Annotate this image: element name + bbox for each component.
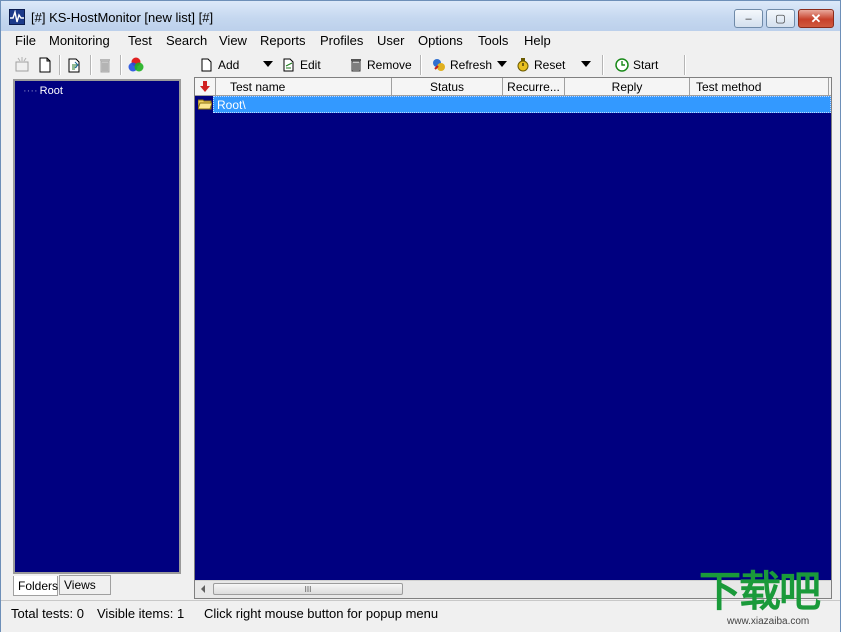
toolbar-separator xyxy=(420,55,422,75)
toolbar-separator xyxy=(90,55,92,75)
new-folder-icon[interactable] xyxy=(13,56,31,74)
toolbar-separator xyxy=(120,55,122,75)
maximize-icon: ▢ xyxy=(775,13,786,25)
app-window: [#] KS-HostMonitor [new list] [#] – ▢ ✕ … xyxy=(0,0,841,632)
colors-icon[interactable] xyxy=(127,56,145,74)
folder-tree[interactable]: ···· Root xyxy=(13,79,181,574)
add-dropdown-arrow[interactable] xyxy=(263,61,273,67)
panel-splitter[interactable] xyxy=(187,52,193,599)
toolbar-separator xyxy=(684,55,686,75)
edit-icon xyxy=(283,58,294,72)
menu-tools[interactable]: Tools xyxy=(478,33,508,48)
menu-monitoring[interactable]: Monitoring xyxy=(49,33,110,48)
column-header-test-method[interactable]: Test method xyxy=(690,78,829,95)
test-list[interactable]: Test name Status Recurre... Reply Test m… xyxy=(194,77,832,599)
column-header-status[interactable]: Status xyxy=(392,78,503,95)
menu-reports[interactable]: Reports xyxy=(260,33,306,48)
close-icon: ✕ xyxy=(810,10,822,26)
minimize-icon: – xyxy=(745,12,752,25)
menu-help[interactable]: Help xyxy=(524,33,551,48)
column-label: Recurre... xyxy=(507,79,560,94)
menu-search[interactable]: Search xyxy=(166,33,207,48)
sort-column-header[interactable] xyxy=(195,78,216,95)
test-toolbar: Add Edit Remove Refresh Reset Start xyxy=(194,52,834,78)
scrollbar-thumb[interactable]: III xyxy=(213,583,403,595)
reset-button-label: Reset xyxy=(534,58,566,72)
column-label: Status xyxy=(429,79,465,94)
tab-folders[interactable]: Folders xyxy=(13,576,58,596)
minimize-button[interactable]: – xyxy=(734,9,763,28)
remove-button[interactable]: Remove xyxy=(349,55,412,75)
column-header-reply[interactable]: Reply xyxy=(565,78,690,95)
column-label: Test name xyxy=(230,79,286,94)
app-icon[interactable] xyxy=(9,9,25,25)
selected-row-highlight: Root\ xyxy=(213,96,831,113)
menu-view[interactable]: View xyxy=(219,33,247,48)
reset-dropdown-arrow[interactable] xyxy=(581,61,591,67)
start-button[interactable]: Start xyxy=(615,55,658,75)
clock-icon xyxy=(615,58,629,72)
toolbar-separator xyxy=(59,55,61,75)
start-button-label: Start xyxy=(633,58,659,72)
menu-profiles[interactable]: Profiles xyxy=(320,33,363,48)
refresh-icon xyxy=(433,59,445,71)
window-title: [#] KS-HostMonitor [new list] [#] xyxy=(31,10,214,25)
watermark-logo: 下载吧 www.xiazaiba.com xyxy=(699,569,835,629)
tab-views[interactable]: Views xyxy=(59,575,111,595)
refresh-button-label: Refresh xyxy=(450,58,493,72)
folder-icon xyxy=(197,99,213,110)
status-hint: Click right mouse button for popup menu xyxy=(204,606,439,621)
add-button-label: Add xyxy=(218,58,240,72)
row-test-name: Root\ xyxy=(217,98,246,112)
menu-file[interactable]: File xyxy=(15,33,36,48)
scroll-left-icon[interactable] xyxy=(201,585,205,593)
menu-test[interactable]: Test xyxy=(128,33,152,48)
tree-root-node[interactable]: ···· Root xyxy=(23,85,63,97)
delete-folder-icon[interactable] xyxy=(96,56,114,74)
list-header: Test name Status Recurre... Reply Test m… xyxy=(195,78,831,96)
toolbar-separator xyxy=(602,55,604,75)
trash-icon xyxy=(351,59,361,72)
thumb-grip: III xyxy=(304,584,312,594)
menu-bar: File Monitoring Test Search View Reports… xyxy=(1,31,840,51)
remove-button-label: Remove xyxy=(367,58,412,72)
sort-arrow-icon xyxy=(200,80,210,92)
maximize-button[interactable]: ▢ xyxy=(766,9,795,28)
refresh-button[interactable]: Refresh xyxy=(432,55,492,75)
menu-options[interactable]: Options xyxy=(418,33,463,48)
title-bar[interactable]: [#] KS-HostMonitor [new list] [#] – ▢ ✕ xyxy=(1,1,840,31)
reset-icon xyxy=(517,58,529,72)
column-header-test-name[interactable]: Test name xyxy=(216,78,392,95)
refresh-dropdown-arrow[interactable] xyxy=(497,61,507,67)
edit-button[interactable]: Edit xyxy=(282,55,321,75)
column-label: Test method xyxy=(696,79,762,94)
new-item-icon[interactable] xyxy=(36,56,54,74)
column-header-recurrences[interactable]: Recurre... xyxy=(503,78,565,95)
watermark-logo-text: 下载吧 xyxy=(699,567,821,616)
column-label: Reply xyxy=(611,79,643,94)
watermark-url: www.xiazaiba.com xyxy=(727,616,810,627)
edit-button-label: Edit xyxy=(300,58,321,72)
menu-user[interactable]: User xyxy=(377,33,404,48)
new-test-icon xyxy=(201,58,212,72)
reset-button[interactable]: Reset xyxy=(516,55,565,75)
tree-root-label: Root xyxy=(39,85,63,97)
tree-connector: ···· xyxy=(23,85,38,97)
status-visible-items: Visible items: 1 xyxy=(97,606,185,621)
copy-folder-icon[interactable] xyxy=(66,56,84,74)
close-button[interactable]: ✕ xyxy=(798,9,834,28)
status-total-tests: Total tests: 0 xyxy=(11,606,84,621)
folder-toolbar xyxy=(9,52,187,78)
list-item[interactable]: Root\ xyxy=(195,96,831,113)
add-button[interactable]: Add xyxy=(200,55,239,75)
